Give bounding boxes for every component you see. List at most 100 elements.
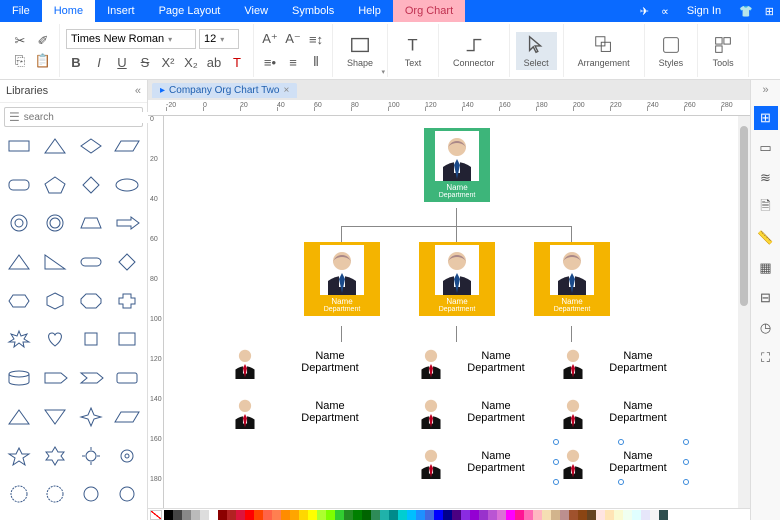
page-panel-icon[interactable]: 🗎 <box>754 196 778 220</box>
color-swatch[interactable] <box>344 510 353 520</box>
menu-icon[interactable]: ☰ <box>9 110 20 124</box>
bullets-icon[interactable]: ≡• <box>260 52 280 72</box>
shape-donut[interactable] <box>2 210 35 236</box>
shape-tag[interactable] <box>38 365 71 391</box>
increase-font-icon[interactable]: A⁺ <box>260 29 280 49</box>
shape-tri4[interactable] <box>38 404 71 430</box>
document-tab[interactable]: ▸ Company Org Chart Two × <box>152 83 297 98</box>
font-size-select[interactable]: 12▾ <box>199 29 239 49</box>
underline-button[interactable]: U <box>112 52 132 72</box>
shape-cross[interactable] <box>111 288 144 314</box>
color-swatch[interactable] <box>605 510 614 520</box>
color-swatch[interactable] <box>200 510 209 520</box>
shape-oct[interactable] <box>75 288 108 314</box>
text-color-button[interactable]: T <box>227 52 247 72</box>
shape-diamond[interactable] <box>75 172 108 198</box>
shape-roundrect[interactable] <box>2 172 35 198</box>
color-swatch[interactable] <box>371 510 380 520</box>
shape-star4[interactable] <box>75 404 108 430</box>
menu-page-layout[interactable]: Page Layout <box>147 0 233 22</box>
color-swatch[interactable] <box>398 510 407 520</box>
menu-file[interactable]: File <box>0 0 42 22</box>
shape-arrow[interactable] <box>111 210 144 236</box>
shape-ellipse[interactable] <box>111 172 144 198</box>
color-swatch[interactable] <box>209 510 218 520</box>
color-swatch[interactable] <box>659 510 668 520</box>
apps-icon[interactable]: ⊞ <box>759 0 780 22</box>
image-panel-icon[interactable]: ▭ <box>754 136 778 160</box>
color-swatch[interactable] <box>191 510 200 520</box>
send-icon[interactable]: ✈ <box>634 0 655 22</box>
strike-button[interactable]: S <box>135 52 155 72</box>
canvas[interactable]: Name Department NameDepartment NameDepar… <box>164 116 750 520</box>
org-node-l2-1[interactable]: NameDepartment <box>419 242 495 316</box>
color-swatch[interactable] <box>317 510 326 520</box>
color-swatch[interactable] <box>632 510 641 520</box>
shirt-icon[interactable]: 👕 <box>733 0 759 22</box>
bold-button[interactable]: B <box>66 52 86 72</box>
valign-icon[interactable]: ⫴ <box>306 52 326 72</box>
color-swatch[interactable] <box>263 510 272 520</box>
color-swatch[interactable] <box>542 510 551 520</box>
shape-gear2[interactable] <box>75 481 108 507</box>
color-swatch[interactable] <box>524 510 533 520</box>
ruler-panel-icon[interactable]: 📏 <box>754 226 778 250</box>
color-swatch[interactable] <box>641 510 650 520</box>
menu-org-chart[interactable]: Org Chart <box>393 0 465 22</box>
org-node-l3-c1-1[interactable]: NameDepartment <box>228 392 398 432</box>
shape-star5[interactable] <box>2 443 35 469</box>
menu-view[interactable]: View <box>232 0 280 22</box>
color-swatch[interactable] <box>533 510 542 520</box>
cut-icon[interactable]: ✂ <box>10 31 30 51</box>
menu-home[interactable]: Home <box>42 0 95 22</box>
shape-cyl[interactable] <box>2 365 35 391</box>
shape-righttri[interactable] <box>38 249 71 275</box>
color-swatch[interactable] <box>614 510 623 520</box>
color-swatch[interactable] <box>425 510 434 520</box>
collapse-left-icon[interactable]: « <box>135 85 141 97</box>
color-swatch[interactable] <box>461 510 470 520</box>
shape-chev[interactable] <box>75 365 108 391</box>
decrease-font-icon[interactable]: A⁻ <box>283 29 303 49</box>
org-node-l2-2[interactable]: NameDepartment <box>534 242 610 316</box>
copy-icon[interactable]: ⎘ <box>10 51 30 71</box>
shape-gear3[interactable] <box>111 481 144 507</box>
shape-triangle[interactable] <box>38 133 71 159</box>
shape-seal[interactable] <box>2 481 35 507</box>
shape-square[interactable] <box>75 326 108 352</box>
collapse-right-icon[interactable]: » <box>762 84 768 96</box>
shape-parallelogram[interactable] <box>111 133 144 159</box>
connector-tool[interactable]: Connector <box>445 32 503 70</box>
color-swatch[interactable] <box>488 510 497 520</box>
highlight-button[interactable]: ab <box>204 52 224 72</box>
org-node-l2-0[interactable]: NameDepartment <box>304 242 380 316</box>
color-swatch[interactable] <box>290 510 299 520</box>
shape-hex2[interactable] <box>38 288 71 314</box>
shape-diamond2[interactable] <box>111 249 144 275</box>
shape-gear[interactable] <box>111 443 144 469</box>
close-tab-icon[interactable]: × <box>283 85 289 96</box>
color-swatch[interactable] <box>254 510 263 520</box>
org-node-l3-c1-0[interactable]: NameDepartment <box>228 342 398 382</box>
color-swatch[interactable] <box>299 510 308 520</box>
shape-pill[interactable] <box>75 249 108 275</box>
color-swatch[interactable] <box>479 510 488 520</box>
org-node-root[interactable]: Name Department <box>424 128 490 202</box>
color-swatch[interactable] <box>416 510 425 520</box>
color-swatch[interactable] <box>650 510 659 520</box>
color-swatch[interactable] <box>470 510 479 520</box>
paste-icon[interactable]: 📋 <box>33 51 53 71</box>
color-swatch[interactable] <box>443 510 452 520</box>
shape-hex[interactable] <box>2 288 35 314</box>
menu-help[interactable]: Help <box>346 0 393 22</box>
text-tool[interactable]: TText <box>394 32 432 70</box>
color-swatch[interactable] <box>173 510 182 520</box>
color-swatch[interactable] <box>353 510 362 520</box>
grid-panel-icon[interactable]: ▦ <box>754 256 778 280</box>
shape-para2[interactable] <box>111 404 144 430</box>
color-swatch[interactable] <box>560 510 569 520</box>
shape-star6[interactable] <box>38 443 71 469</box>
color-swatch[interactable] <box>515 510 524 520</box>
color-swatch[interactable] <box>623 510 632 520</box>
shape-rect[interactable] <box>2 133 35 159</box>
